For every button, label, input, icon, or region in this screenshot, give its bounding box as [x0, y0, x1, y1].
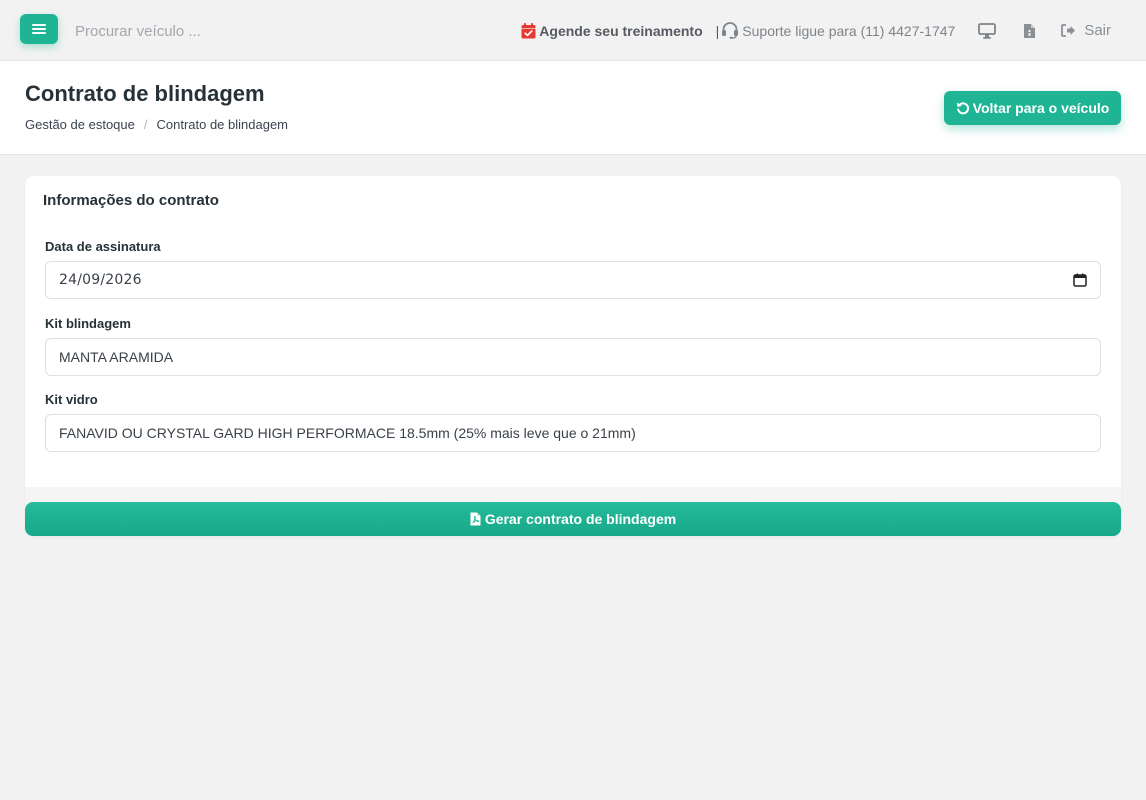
data-assinatura-value: 24/09/2026 — [59, 272, 142, 288]
calendar-picker-icon[interactable] — [1073, 273, 1087, 287]
sair-label: Sair — [1084, 22, 1111, 39]
page-title: Contrato de blindagem — [25, 81, 265, 106]
kit-vidro-label: Kit vidro — [45, 392, 98, 407]
top-navbar: Agende seu treinamento | Suporte ligue p… — [0, 0, 1146, 61]
kit-vidro-input[interactable]: FANAVID OU CRYSTAL GARD HIGH PERFORMACE … — [45, 414, 1101, 452]
kit-vidro-value: FANAVID OU CRYSTAL GARD HIGH PERFORMACE … — [59, 425, 636, 441]
suporte-label: Suporte ligue para (11) 4427-1747 — [742, 22, 956, 39]
menu-toggle-button[interactable] — [20, 14, 58, 44]
suporte-info: Suporte ligue para (11) 4427-1747 — [721, 22, 955, 39]
breadcrumb-separator: / — [143, 117, 148, 132]
agende-treinamento-link[interactable]: Agende seu treinamento — [521, 22, 703, 39]
page-header: Contrato de blindagem Gestão de estoque … — [0, 61, 1146, 155]
file-pdf-icon — [470, 512, 481, 526]
gerar-contrato-label: Gerar contrato de blindagem — [484, 511, 677, 527]
undo-icon — [956, 102, 969, 115]
vehicle-search-input[interactable] — [70, 16, 370, 46]
logout-button[interactable]: Sair — [1061, 22, 1111, 39]
menu-icon — [32, 24, 46, 34]
voltar-veiculo-button[interactable]: Voltar para o veículo — [944, 91, 1121, 125]
kit-blindagem-label: Kit blindagem — [45, 316, 131, 331]
card-title: Informações do contrato — [43, 192, 219, 209]
kit-blindagem-value: MANTA ARAMIDA — [59, 349, 174, 365]
document-button[interactable] — [1019, 21, 1039, 41]
monitor-icon — [978, 22, 997, 39]
breadcrumb-gestao-estoque[interactable]: Gestão de estoque — [25, 117, 135, 132]
sign-out-icon — [1061, 24, 1076, 37]
nav-separator: | — [715, 22, 720, 39]
navbar-right-group: Agende seu treinamento | Suporte ligue p… — [521, 0, 1146, 61]
breadcrumb-current: Contrato de blindagem — [156, 117, 289, 132]
calendar-check-icon — [521, 22, 536, 38]
monitor-button[interactable] — [977, 21, 997, 41]
agende-label: Agende seu treinamento — [539, 22, 703, 39]
kit-blindagem-input[interactable]: MANTA ARAMIDA — [45, 338, 1101, 376]
data-assinatura-label: Data de assinatura — [45, 239, 161, 254]
data-assinatura-input[interactable]: 24/09/2026 — [45, 261, 1101, 299]
headset-icon — [722, 22, 739, 39]
contract-info-card: Informações do contrato Data de assinatu… — [25, 176, 1121, 536]
file-icon — [1023, 23, 1035, 38]
voltar-veiculo-label: Voltar para o veículo — [972, 100, 1110, 116]
breadcrumb: Gestão de estoque / Contrato de blindage… — [25, 117, 288, 132]
gerar-contrato-button[interactable]: Gerar contrato de blindagem — [25, 502, 1121, 536]
